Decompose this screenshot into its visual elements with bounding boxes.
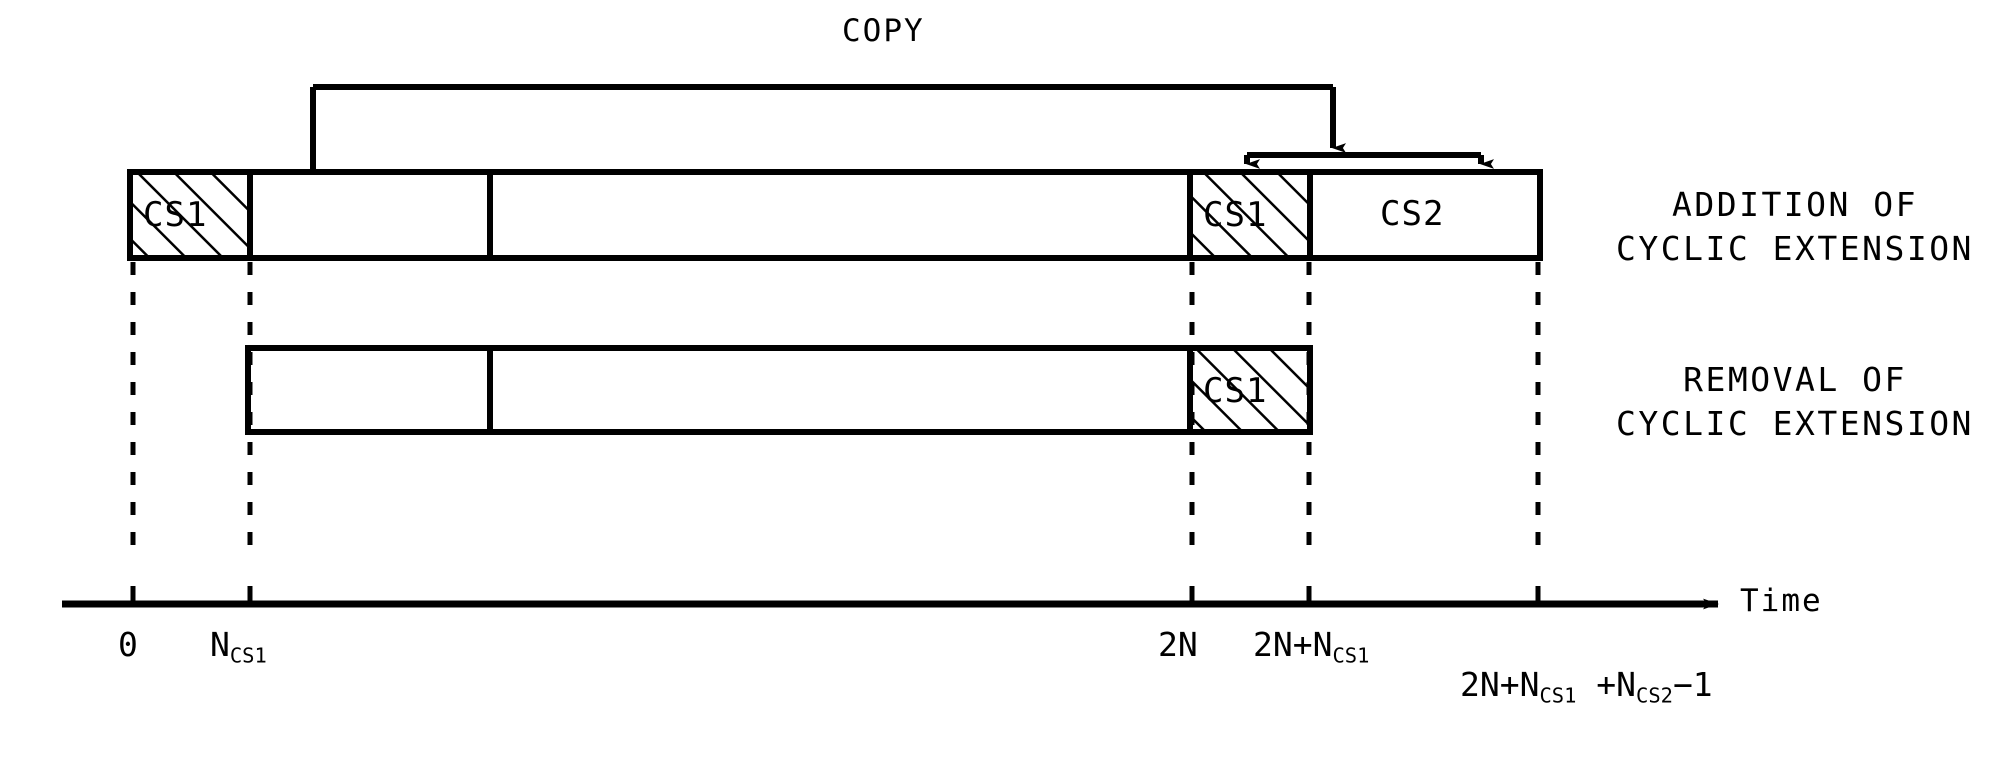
- axis-label-ncs1-main: N: [210, 625, 230, 664]
- axis-label-2n-ncs1-sub: CS1: [1332, 643, 1370, 668]
- top-cs2-label: CS2: [1380, 194, 1445, 234]
- axis-label-2n: 2N: [1158, 628, 1198, 661]
- bottom-bar-outline: [245, 345, 1313, 435]
- axis-label-ncs1-sub: CS1: [229, 643, 267, 668]
- top-row-caption: ADDITION OF CYCLIC EXTENSION: [1585, 183, 2005, 271]
- axis-label-last-p3: −1: [1672, 665, 1713, 704]
- axis-label-2n-ncs1: 2N+NCS1: [1253, 628, 1369, 666]
- axis-label-last-s2: CS2: [1636, 683, 1673, 708]
- bottom-row-caption: REMOVAL OF CYCLIC EXTENSION: [1585, 358, 2005, 446]
- axis-label-2n-main: 2N: [1158, 625, 1198, 664]
- bottom-cs1-tail-label: CS1: [1203, 371, 1268, 411]
- bottom-row-bar: [245, 345, 1313, 435]
- axis-label-2n-ncs1-main: 2N+N: [1253, 625, 1333, 664]
- top-cs1-prefix-label: CS1: [143, 195, 208, 235]
- top-bar-outline: [127, 169, 1543, 261]
- bottom-row-caption-line1: REMOVAL OF: [1683, 360, 1907, 399]
- top-row-caption-line2: CYCLIC EXTENSION: [1616, 229, 1974, 269]
- top-row-caption-line1: ADDITION OF: [1671, 185, 1919, 224]
- axis-label-0-main: 0: [118, 625, 138, 664]
- axis-label-0: 0: [118, 628, 138, 661]
- time-axis: [62, 586, 1719, 610]
- axis-label-last-s1: CS1: [1539, 683, 1577, 708]
- axis-label-last-p2: +N: [1576, 665, 1637, 704]
- top-row-bar: [127, 169, 1543, 261]
- bottom-row-caption-line2: CYCLIC EXTENSION: [1616, 404, 1974, 444]
- axis-label-last-p1: 2N+N: [1460, 665, 1540, 704]
- time-axis-label: Time: [1740, 583, 1823, 619]
- axis-label-last: 2N+NCS1 +NCS2−1: [1460, 668, 1713, 706]
- figure-canvas: COPY CS1 CS1 CS2 CS1 ADDITION OF CYCLIC …: [0, 0, 2013, 771]
- top-cs1-source-label: CS1: [1203, 195, 1268, 235]
- axis-label-ncs1: NCS1: [210, 628, 267, 666]
- copy-label: COPY: [842, 13, 925, 49]
